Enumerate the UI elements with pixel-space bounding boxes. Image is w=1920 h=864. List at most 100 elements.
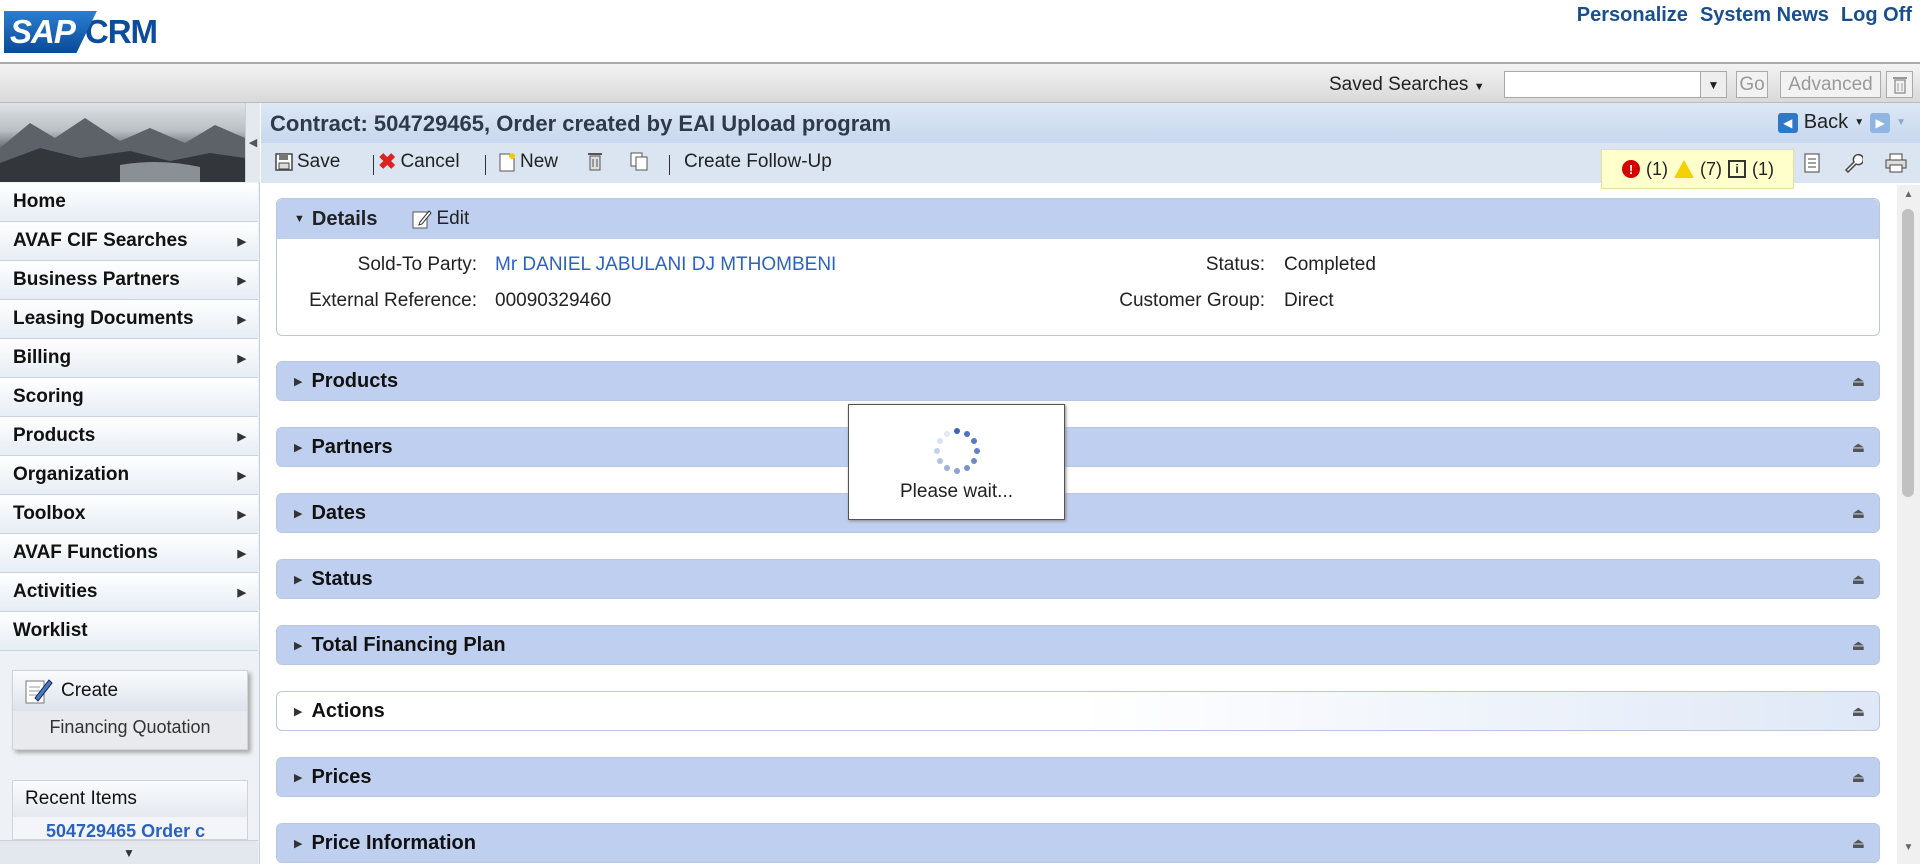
sap-logo: SAP <box>4 11 97 53</box>
scroll-up-icon[interactable]: ▲ <box>1897 189 1920 205</box>
eject-icon[interactable]: ⏏ <box>1852 835 1865 852</box>
nav-item-avaf-functions[interactable]: AVAF Functions ▶ <box>0 534 258 573</box>
search-dropdown-button[interactable]: ▼ <box>1700 71 1727 98</box>
save-label: Save <box>297 151 341 172</box>
eject-icon[interactable]: ⏏ <box>1852 439 1865 456</box>
create-follow-up-button[interactable]: Create Follow-Up <box>684 151 832 173</box>
content-area: ▼ Details Edit Sold-To Party: Mr DANIEL … <box>261 183 1901 864</box>
loading-dialog: Please wait... <box>848 404 1065 520</box>
clear-search-button[interactable] <box>1886 71 1913 98</box>
red-x-icon: ✖ <box>378 149 397 174</box>
page-scrollbar[interactable]: ▲ ▼ <box>1897 185 1920 864</box>
save-button[interactable]: Save <box>275 151 340 173</box>
nav-item-avaf-cif-searches[interactable]: AVAF CIF Searches ▶ <box>0 222 258 261</box>
delete-button[interactable] <box>587 151 603 171</box>
page-title: Contract: 504729465, Order created by EA… <box>270 111 892 136</box>
personalize-link[interactable]: Personalize <box>1577 4 1688 27</box>
price-information-block-header[interactable]: ▶ Price Information ⏏ <box>276 823 1880 863</box>
nav-item-label: AVAF Functions <box>13 542 158 563</box>
chevron-right-icon: ▶ <box>237 508 246 521</box>
go-button[interactable]: Go <box>1736 71 1768 98</box>
wrench-icon[interactable] <box>1842 152 1864 174</box>
eject-icon[interactable]: ⏏ <box>1852 637 1865 654</box>
nav-item-leasing-documents[interactable]: Leasing Documents ▶ <box>0 300 258 339</box>
copy-button[interactable] <box>629 151 649 171</box>
forward-arrow-icon[interactable]: ▶ <box>1870 112 1891 133</box>
recent-items-title: Recent Items <box>13 781 247 817</box>
scrollbar-thumb[interactable] <box>1902 209 1914 497</box>
create-pencil-icon <box>25 679 53 704</box>
dates-block-header[interactable]: ▶ Dates ⏏ <box>276 493 1880 533</box>
prices-block-header[interactable]: ▶ Prices ⏏ <box>276 757 1880 797</box>
nav-item-worklist[interactable]: Worklist <box>0 612 258 651</box>
log-off-link[interactable]: Log Off <box>1841 4 1912 27</box>
partners-block-header[interactable]: ▶ Partners ⏏ <box>276 427 1880 467</box>
nav-item-label: Organization <box>13 464 130 485</box>
recent-item-link[interactable]: 504729465 Order c <box>13 817 247 839</box>
nav-item-label: Scoring <box>13 386 84 407</box>
edit-label: Edit <box>436 208 470 229</box>
new-document-icon <box>499 153 515 172</box>
edit-button[interactable]: Edit <box>412 208 469 230</box>
printer-icon[interactable] <box>1885 152 1907 174</box>
block-title: Price Information <box>311 831 476 854</box>
cancel-label: Cancel <box>400 151 460 172</box>
collapse-sidebar-button[interactable]: ◀ <box>245 103 260 182</box>
nav-item-scoring[interactable]: Scoring <box>0 378 258 417</box>
nav-item-home[interactable]: Home <box>0 183 258 222</box>
sidebar-scroll-down[interactable]: ▼ <box>0 840 258 864</box>
chevron-right-icon: ▶ <box>237 547 246 560</box>
nav-item-products[interactable]: Products ▶ <box>0 417 258 456</box>
nav-item-label: Home <box>13 191 66 212</box>
back-arrow-icon[interactable]: ◀ <box>1777 112 1798 133</box>
system-news-link[interactable]: System News <box>1700 4 1829 27</box>
sold-to-party-link[interactable]: Mr DANIEL JABULANI DJ MTHOMBENI <box>495 254 836 276</box>
status-block-header[interactable]: ▶ Status ⏏ <box>276 559 1880 599</box>
nav-item-billing[interactable]: Billing ▶ <box>0 339 258 378</box>
saved-searches-dropdown[interactable]: Saved Searches ▼ <box>1329 74 1485 96</box>
eject-icon[interactable]: ⏏ <box>1852 703 1865 720</box>
nav-item-label: Worklist <box>13 620 88 641</box>
nav-item-label: AVAF CIF Searches <box>13 230 188 251</box>
toolbar-divider <box>373 155 374 175</box>
eject-icon[interactable]: ⏏ <box>1852 505 1865 522</box>
nav-item-label: Activities <box>13 581 98 602</box>
nav-item-activities[interactable]: Activities ▶ <box>0 573 258 612</box>
expanded-triangle-icon: ▼ <box>294 213 305 225</box>
create-financing-quotation-link[interactable]: Financing Quotation <box>13 711 247 738</box>
collapsed-triangle-icon: ▶ <box>294 441 303 454</box>
eject-icon[interactable]: ⏏ <box>1852 373 1865 390</box>
warning-icon <box>1674 160 1694 178</box>
warning-count: (7) <box>1700 158 1722 179</box>
nav-item-toolbox[interactable]: Toolbox ▶ <box>0 495 258 534</box>
nav-item-label: Leasing Documents <box>13 308 194 329</box>
new-button[interactable]: New <box>498 151 558 173</box>
toolbar-divider <box>485 155 486 175</box>
details-header[interactable]: ▼ Details Edit <box>277 199 1879 239</box>
chevron-right-icon: ▶ <box>237 586 246 599</box>
saved-search-input[interactable] <box>1504 71 1726 98</box>
block-title: Actions <box>311 699 385 722</box>
products-block-header[interactable]: ▶ Products ⏏ <box>276 361 1880 401</box>
nav-item-organization[interactable]: Organization ▶ <box>0 456 258 495</box>
back-history-dropdown[interactable]: ▼ <box>1854 117 1864 128</box>
status-label: Status: <box>1205 254 1265 275</box>
collapsed-triangle-icon: ▶ <box>294 837 303 850</box>
nav-item-business-partners[interactable]: Business Partners ▶ <box>0 261 258 300</box>
actions-block-header[interactable]: ▶ Actions ⏏ <box>276 691 1880 731</box>
trash-icon <box>588 153 602 171</box>
recent-items-panel: Recent Items 504729465 Order c <box>12 780 248 840</box>
total-financing-plan-block-header[interactable]: ▶ Total Financing Plan ⏏ <box>276 625 1880 665</box>
block-title: Total Financing Plan <box>311 633 506 656</box>
eject-icon[interactable]: ⏏ <box>1852 571 1865 588</box>
cancel-button[interactable]: ✖ Cancel <box>378 151 460 173</box>
advanced-button[interactable]: Advanced <box>1780 71 1881 98</box>
back-button[interactable]: Back <box>1804 111 1848 134</box>
scroll-down-icon[interactable]: ▼ <box>1897 842 1920 858</box>
forward-history-dropdown[interactable]: ▼ <box>1896 117 1906 128</box>
create-panel: Create Financing Quotation <box>12 670 248 750</box>
eject-icon[interactable]: ⏏ <box>1852 769 1865 786</box>
crm-logo-text: CRM <box>84 13 158 50</box>
notes-icon[interactable] <box>1801 152 1823 174</box>
nav-item-label: Products <box>13 425 96 446</box>
